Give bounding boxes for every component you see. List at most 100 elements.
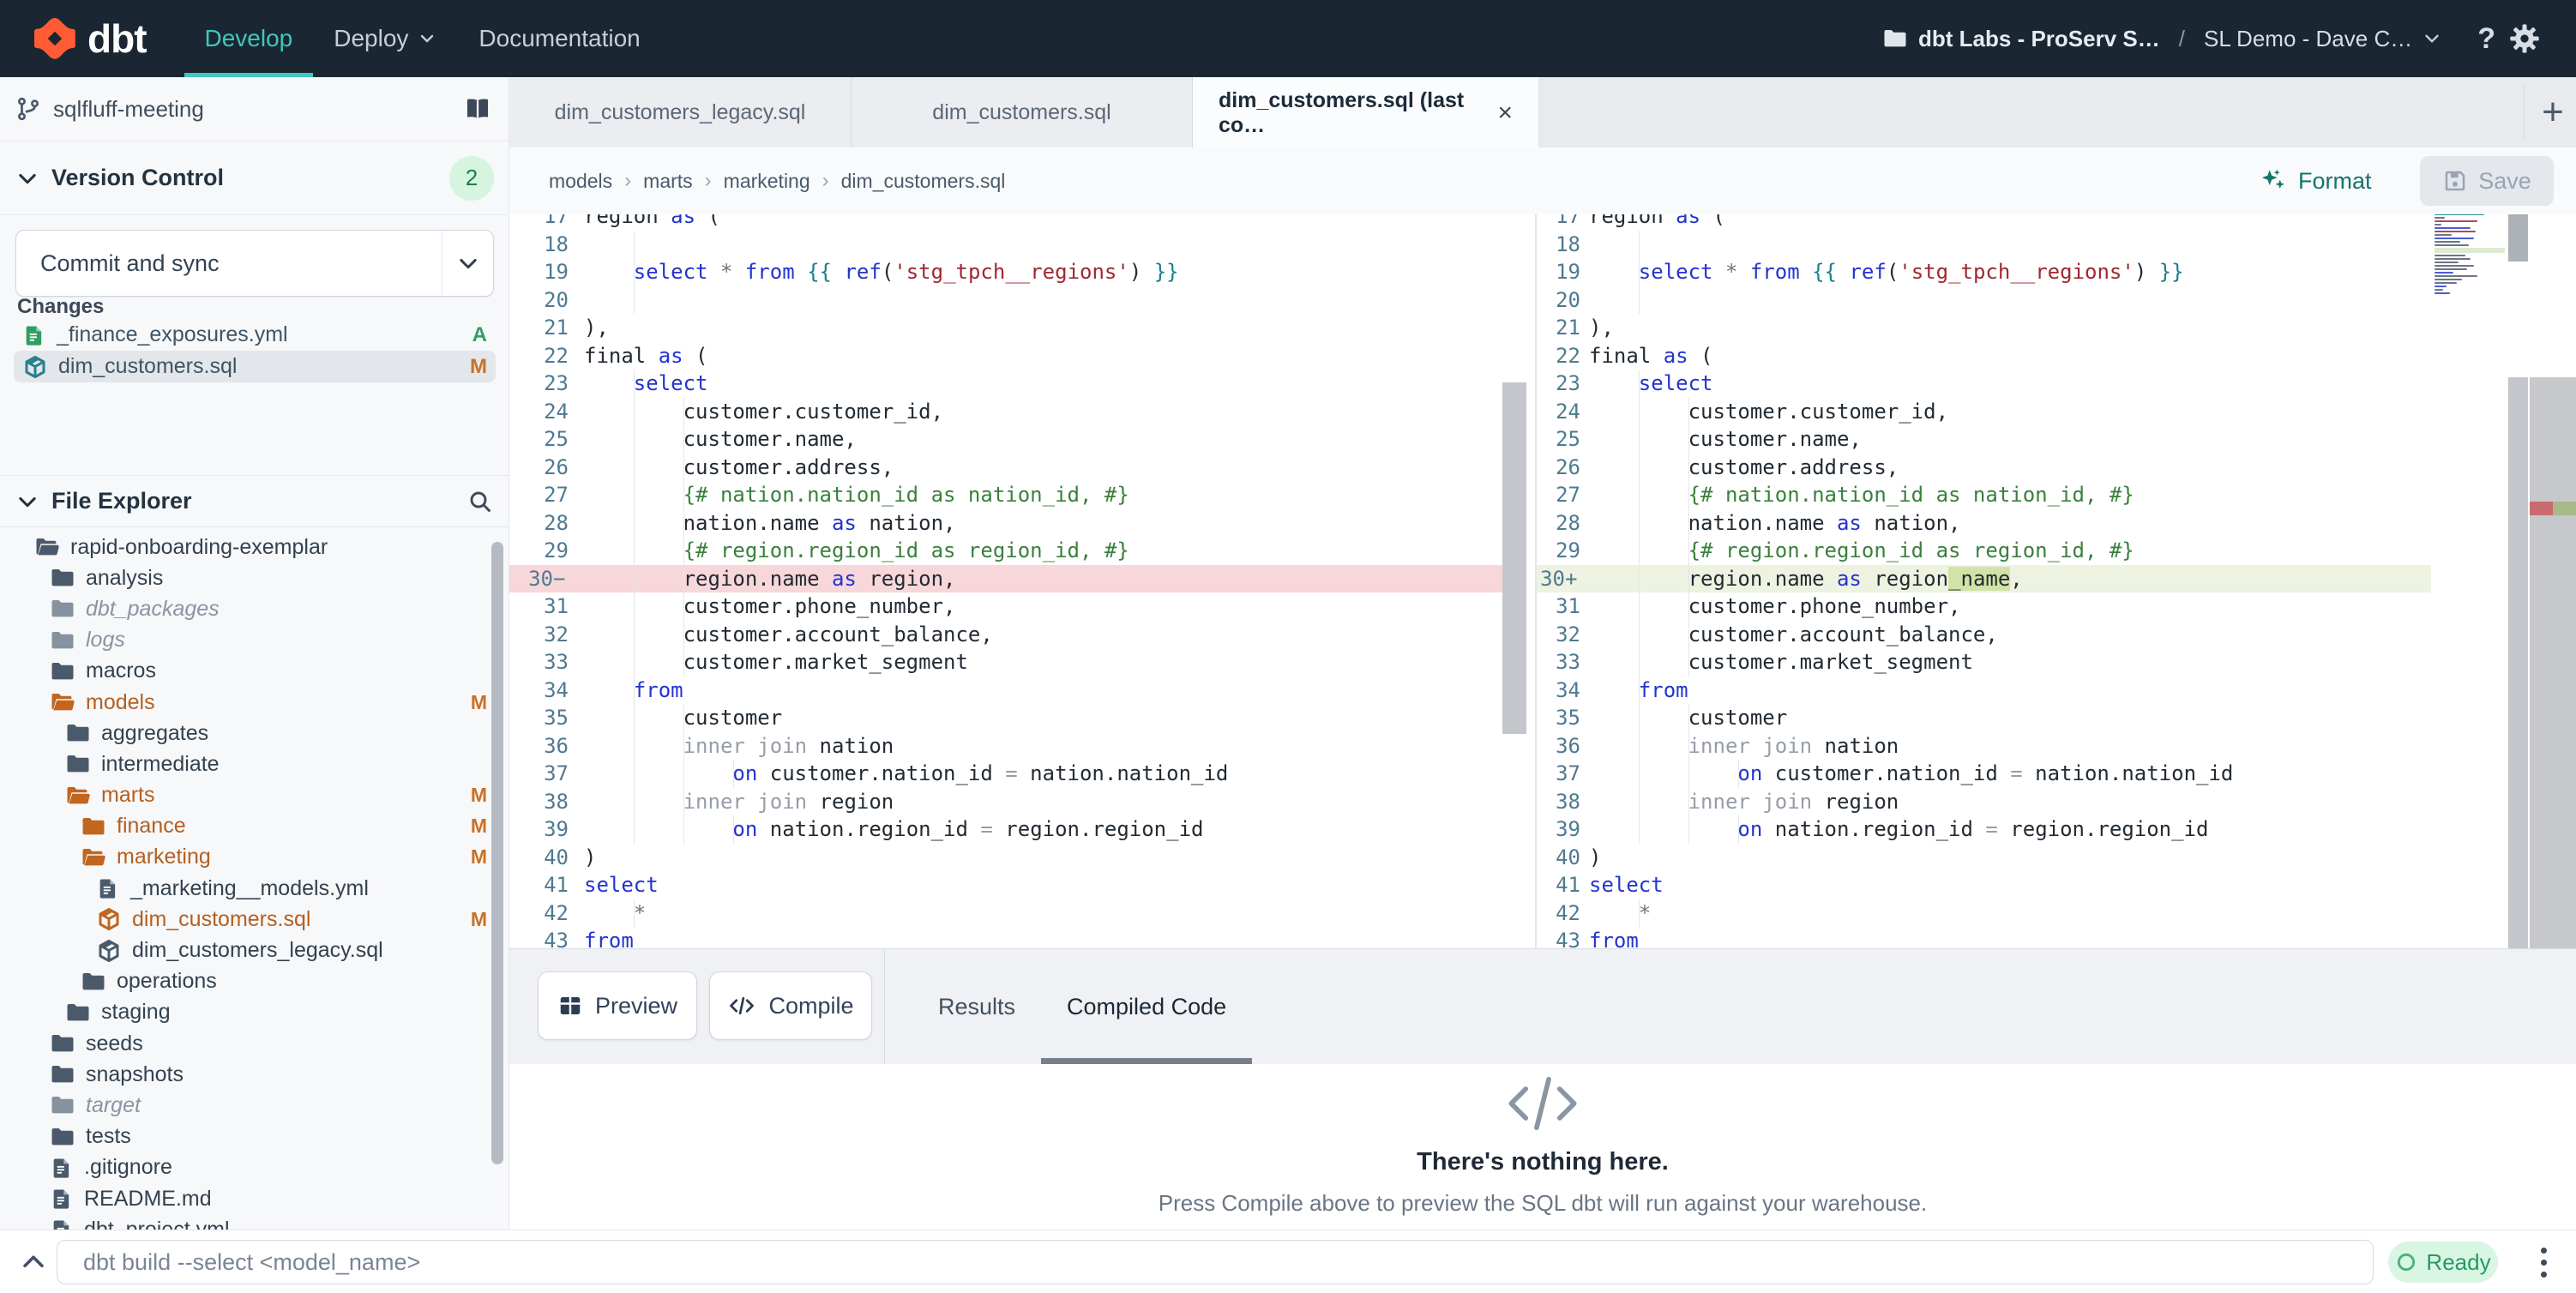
commit-options-toggle[interactable] xyxy=(442,231,493,296)
line-number: 23 xyxy=(509,370,580,398)
tree-file-row[interactable]: _marketing__models.yml xyxy=(0,873,509,904)
results-panel-header: Preview Compile ResultsCompiled Code xyxy=(509,949,2576,1064)
nav-develop[interactable]: Develop xyxy=(184,0,314,77)
tree-item-label: aggregates xyxy=(101,721,208,746)
minimap-line xyxy=(2435,255,2465,256)
minimap-slider[interactable] xyxy=(2508,214,2528,262)
minimap[interactable] xyxy=(2435,214,2505,299)
sidebar-scrollbar[interactable] xyxy=(491,542,503,1164)
git-branch-row[interactable]: sqlfluff-meeting xyxy=(0,77,509,141)
right-editor-scrollbar[interactable] xyxy=(2508,377,2528,948)
tree-folder-row[interactable]: martsM xyxy=(0,780,509,811)
breadcrumb-item[interactable]: dim_customers.sql xyxy=(841,170,1006,193)
tree-item-label: README.md xyxy=(84,1187,212,1212)
code-line: 19 select * from {{ ref('stg_tpch__regio… xyxy=(509,258,1502,286)
minimap-line xyxy=(2435,241,2460,243)
tree-file-row[interactable]: dim_customers.sqlM xyxy=(0,904,509,935)
tree-file-row[interactable]: dim_customers_legacy.sql xyxy=(0,935,509,965)
folder-open-icon xyxy=(34,534,60,560)
tree-file-row[interactable]: .gitignore xyxy=(0,1152,509,1183)
results-tab-compiled-code[interactable]: Compiled Code xyxy=(1041,949,1252,1064)
tree-folder-row[interactable]: seeds xyxy=(0,1028,509,1059)
editor-tab[interactable]: dim_customers.sql xyxy=(852,77,1193,147)
minimap-line xyxy=(2435,292,2450,294)
tree-folder-row[interactable]: intermediate xyxy=(0,749,509,779)
environment-selector[interactable]: SL Demo - Dave C… xyxy=(2204,26,2443,52)
file-explorer-header[interactable]: File Explorer xyxy=(0,475,509,527)
code-line: 28 nation.name as nation, xyxy=(509,509,1502,538)
tree-folder-row[interactable]: target xyxy=(0,1090,509,1121)
changed-file-row[interactable]: _finance_exposures.ymlA xyxy=(14,319,496,351)
tree-folder-row[interactable]: analysis xyxy=(0,562,509,593)
line-number: 41 xyxy=(509,871,580,899)
breadcrumb-item[interactable]: models xyxy=(549,170,612,193)
format-button[interactable]: Format xyxy=(2259,166,2372,195)
line-number: 40 xyxy=(1537,844,1585,872)
dbt-logo[interactable]: dbt xyxy=(33,15,147,62)
folder-icon xyxy=(50,565,75,591)
line-number: 28 xyxy=(509,509,580,538)
tree-folder-row[interactable]: dbt_packages xyxy=(0,593,509,624)
line-number: 41 xyxy=(1537,871,1585,899)
file-explorer-title: File Explorer xyxy=(51,488,192,514)
tree-item-label: dbt_packages xyxy=(86,597,220,622)
tree-item-label: dim_customers.sql xyxy=(132,907,310,932)
project-selector[interactable]: dbt Labs - ProServ S… xyxy=(1882,26,2160,52)
tree-folder-row[interactable]: rapid-onboarding-exemplar xyxy=(0,532,509,562)
tree-folder-row[interactable]: snapshots xyxy=(0,1059,509,1090)
breadcrumb-item[interactable]: marketing xyxy=(724,170,810,193)
tree-folder-row[interactable]: staging xyxy=(0,997,509,1028)
code-line: 34 from xyxy=(509,677,1502,705)
docs-book-icon[interactable] xyxy=(463,94,492,123)
command-input[interactable] xyxy=(57,1240,2374,1284)
version-control-header[interactable]: Version Control 2 xyxy=(0,141,509,215)
tree-item-label: snapshots xyxy=(86,1062,184,1087)
code-line: 21), xyxy=(509,314,1502,342)
editor-pane-modified[interactable]: 17region as (1819 select * from {{ ref('… xyxy=(1537,214,2576,948)
results-panel: Preview Compile ResultsCompiled Code xyxy=(509,948,2576,1230)
tree-folder-row[interactable]: modelsM xyxy=(0,687,509,718)
editor-tab[interactable]: dim_customers.sql (last co…× xyxy=(1193,77,1539,148)
results-tab-results[interactable]: Results xyxy=(912,949,1041,1064)
breadcrumb-item[interactable]: marts xyxy=(643,170,693,193)
line-number: 35 xyxy=(509,704,580,732)
commit-and-sync-button[interactable]: Commit and sync xyxy=(15,230,494,297)
close-icon[interactable]: × xyxy=(1497,99,1513,128)
compile-button[interactable]: Compile xyxy=(709,971,872,1040)
nav-deploy[interactable]: Deploy xyxy=(313,0,458,77)
tree-folder-row[interactable]: aggregates xyxy=(0,718,509,749)
tree-folder-row[interactable]: logs xyxy=(0,625,509,656)
search-icon[interactable] xyxy=(466,488,494,515)
line-number: 22 xyxy=(509,342,580,370)
gear-icon[interactable] xyxy=(2507,21,2542,56)
changed-file-row[interactable]: dim_customers.sqlM xyxy=(14,351,496,382)
preview-button[interactable]: Preview xyxy=(538,971,697,1040)
tree-folder-row[interactable]: tests xyxy=(0,1122,509,1152)
minimap-line xyxy=(2435,220,2477,222)
tree-file-row[interactable]: dbt_project.yml xyxy=(0,1214,509,1230)
model-icon xyxy=(96,938,122,964)
editor-tab[interactable]: dim_customers_legacy.sql xyxy=(509,77,852,147)
tree-item-label: staging xyxy=(101,1000,171,1025)
tree-folder-row[interactable]: operations xyxy=(0,966,509,997)
nav-documentation[interactable]: Documentation xyxy=(458,0,660,77)
new-tab-button[interactable]: + xyxy=(2530,77,2576,147)
code-line: 36 inner join nation xyxy=(1537,732,2431,761)
help-icon[interactable]: ? xyxy=(2477,22,2495,56)
left-editor-scrollbar[interactable] xyxy=(1502,382,1526,734)
doc-icon xyxy=(96,875,120,901)
kebab-menu-icon[interactable] xyxy=(2526,1241,2561,1284)
tree-folder-row[interactable]: macros xyxy=(0,656,509,687)
ready-circle-icon xyxy=(2395,1251,2417,1273)
save-button[interactable]: Save xyxy=(2420,156,2554,206)
git-status-letter: M xyxy=(471,784,487,807)
tree-folder-row[interactable]: marketingM xyxy=(0,842,509,873)
chevron-down-icon xyxy=(15,490,39,514)
tree-folder-row[interactable]: financeM xyxy=(0,811,509,842)
editor-pane-original[interactable]: 17region as (1819 select * from {{ ref('… xyxy=(509,214,1535,948)
line-number: 39 xyxy=(1537,815,1585,844)
tree-file-row[interactable]: README.md xyxy=(0,1183,509,1214)
line-number: 32 xyxy=(509,621,580,649)
collapse-chevron-icon[interactable] xyxy=(19,1248,48,1277)
git-status-letter: M xyxy=(470,355,487,379)
